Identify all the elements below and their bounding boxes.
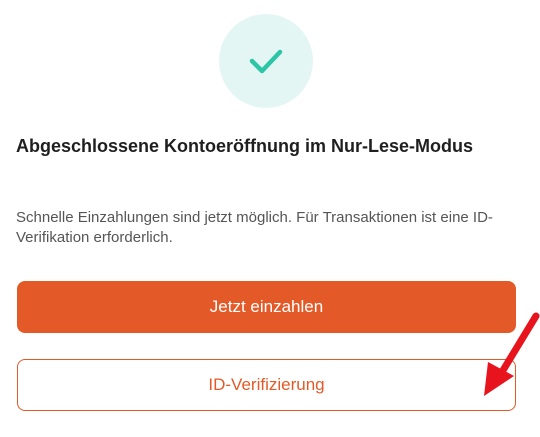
red-arrow-icon [484,312,540,396]
dialog-description: Schnelle Einzahlungen sind jetzt möglich… [16,209,493,246]
dialog-title: Abgeschlossene Kontoeröffnung im Nur-Les… [16,136,474,156]
checkmark-icon [249,49,283,74]
success-checkmark-icon [219,14,313,108]
deposit-now-button[interactable]: Jetzt einzahlen [17,281,516,333]
account-opened-dialog: Abgeschlossene Kontoeröffnung im Nur-Les… [0,0,540,437]
id-verification-button[interactable]: ID-Verifizierung [17,359,516,411]
